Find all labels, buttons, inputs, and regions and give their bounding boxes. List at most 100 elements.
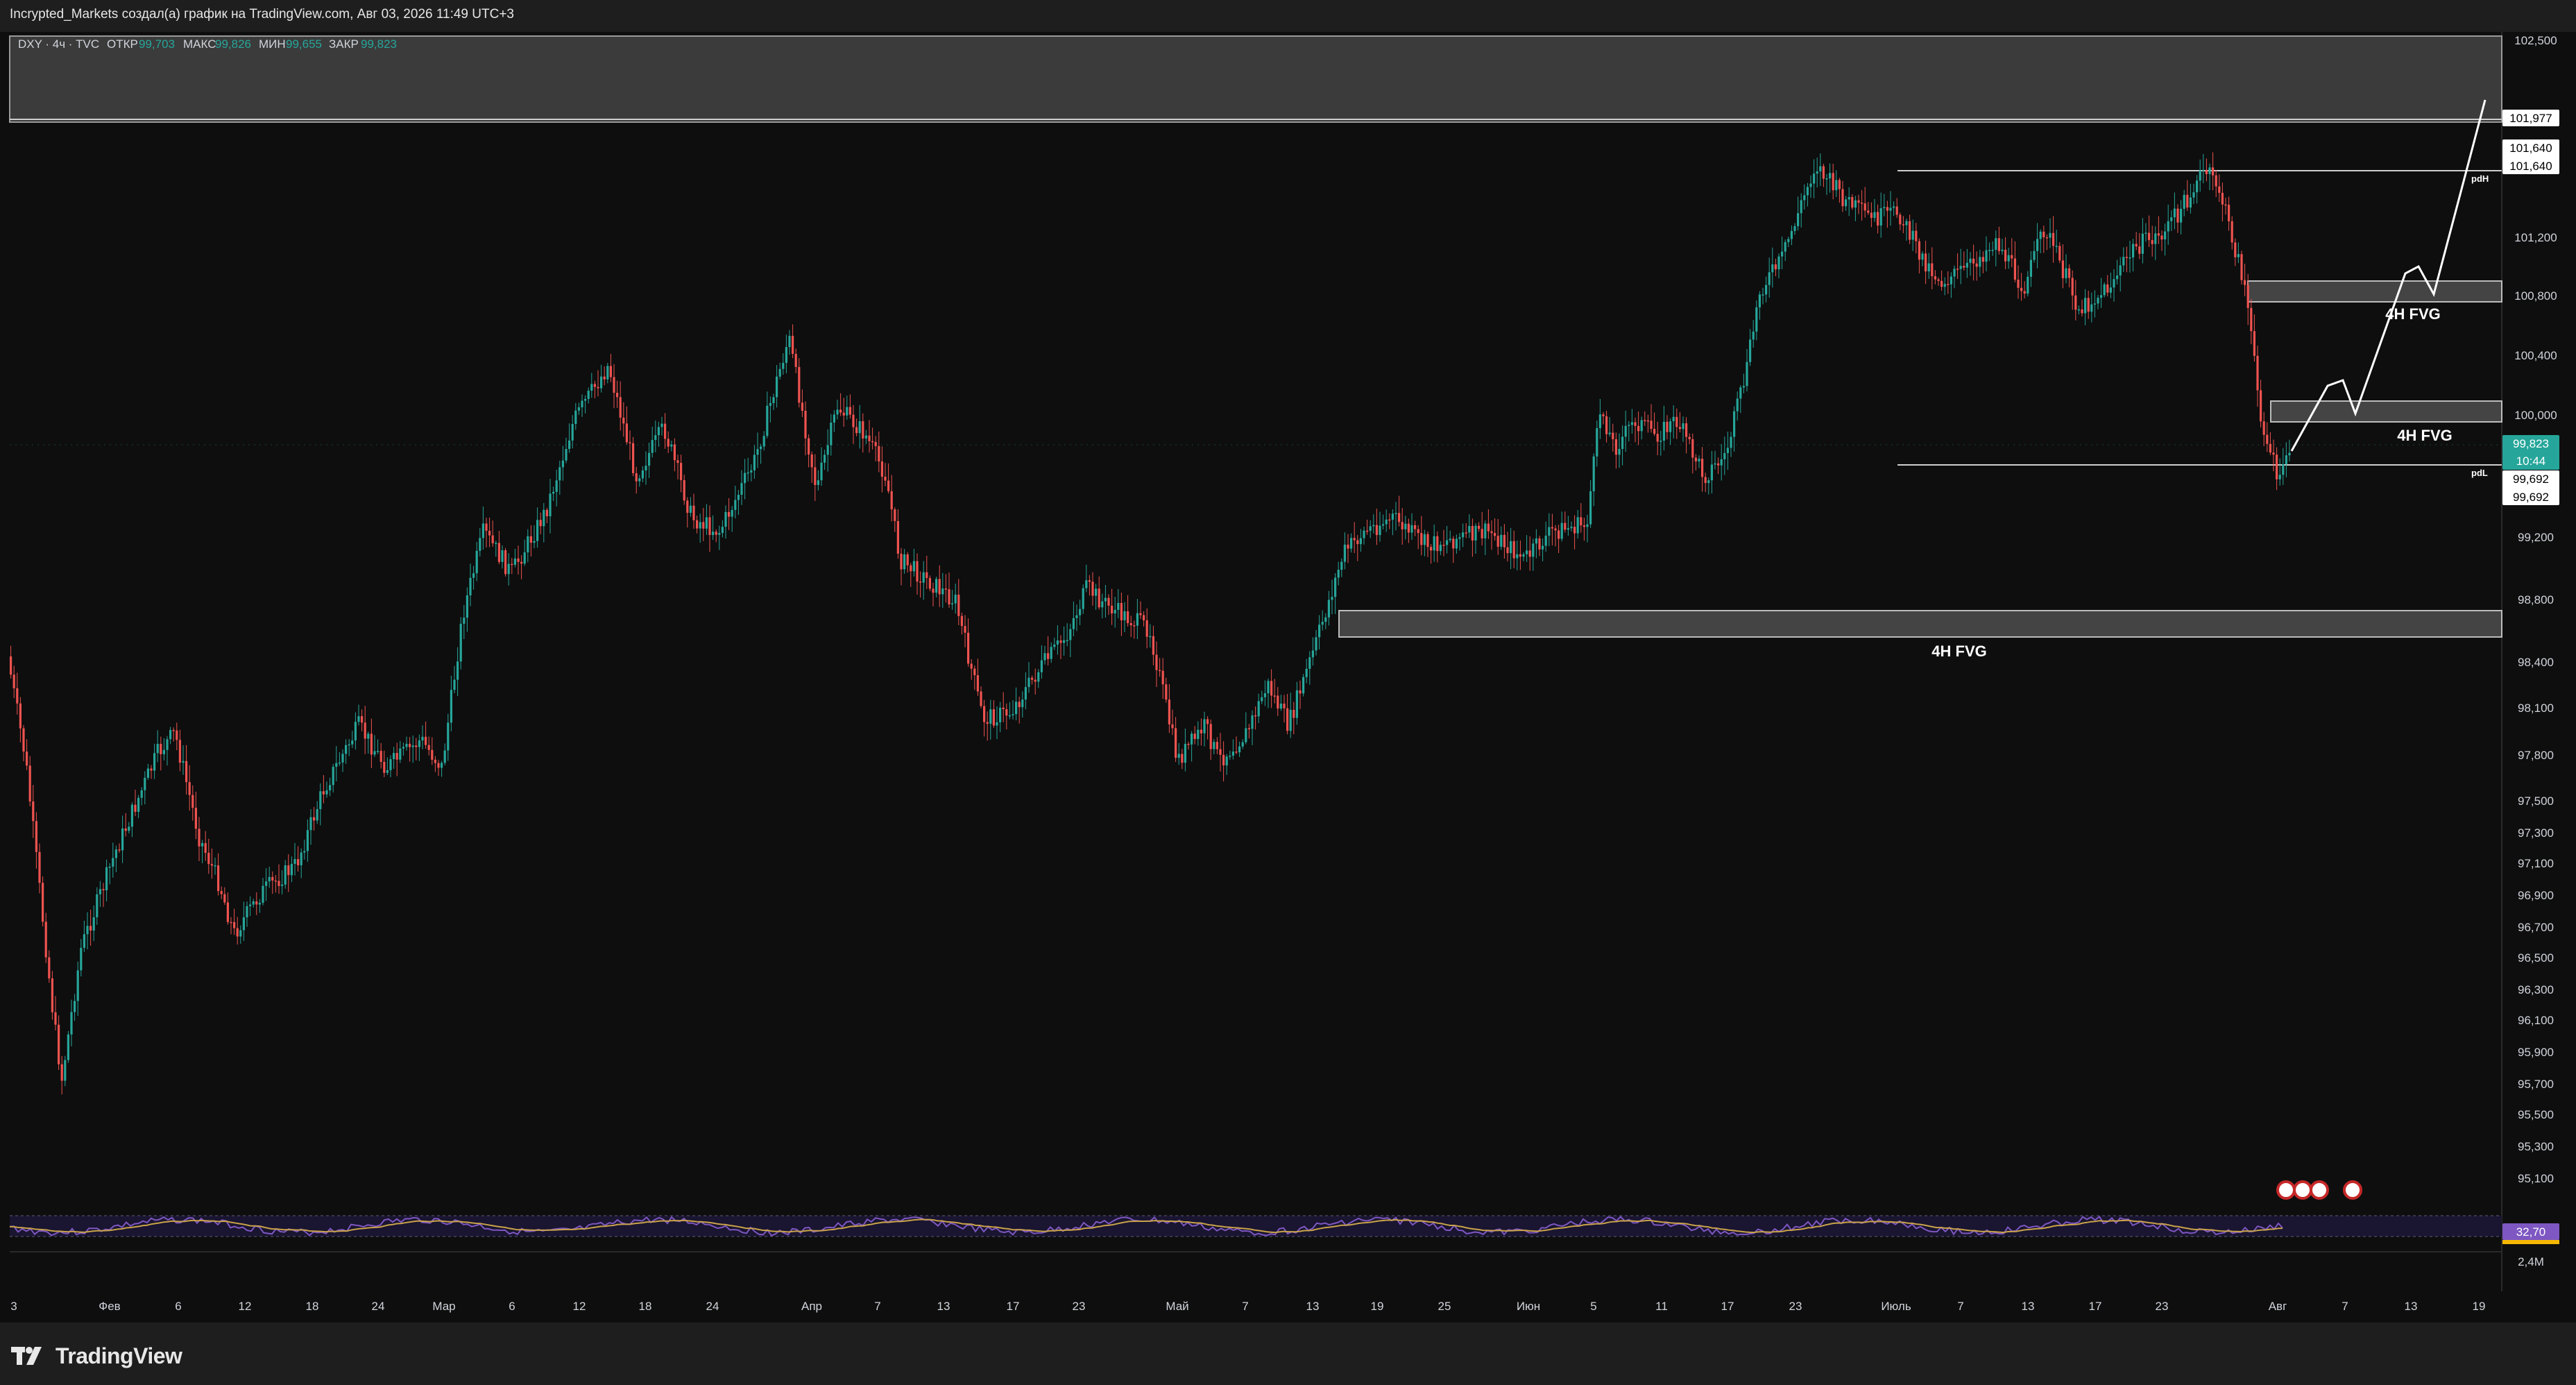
price-axis-label: 95,500: [2518, 1108, 2554, 1121]
time-axis-label: 17: [2089, 1300, 2102, 1313]
legend-open-label: ОТКР: [107, 37, 138, 51]
event-flag-icon[interactable]: [2310, 1180, 2329, 1200]
candle: [67, 1030, 69, 1063]
pdl-label: pdL: [2471, 468, 2488, 478]
chart-header: Incrypted_Markets создал(а) график на Tr…: [0, 0, 2576, 32]
price-axis-label: 96,900: [2518, 889, 2554, 902]
time-axis-label: 3: [10, 1300, 17, 1313]
price-axis-label: 97,100: [2518, 857, 2554, 870]
time-axis-label: 18: [639, 1300, 652, 1313]
tradingview-logo[interactable]: TradingView: [11, 1342, 182, 1370]
price-axis-label: 96,100: [2518, 1014, 2554, 1027]
time-axis-label: 13: [2022, 1300, 2035, 1313]
legend-high-label: МАКС: [183, 37, 216, 51]
time-axis-label: Июн: [1517, 1300, 1540, 1313]
price-axis-label: 100,000: [2514, 409, 2557, 422]
time-axis-label: 23: [2156, 1300, 2169, 1313]
time-axis-label: Май: [1166, 1300, 1188, 1313]
time-axis-label: 13: [1306, 1300, 1320, 1313]
time-axis-label: 7: [874, 1300, 880, 1313]
time-axis-label: Апр: [801, 1300, 822, 1313]
legend-high-value: 99,826: [215, 37, 251, 51]
legend-low-value: 99,655: [286, 37, 322, 51]
time-axis-label: 24: [372, 1300, 385, 1313]
candle: [2240, 250, 2243, 285]
time-axis-label: Фев: [99, 1300, 120, 1313]
current-price-text: 99,823: [2513, 437, 2549, 450]
price-axis-label: 96,500: [2518, 951, 2554, 965]
price-axis-label: 100,400: [2514, 349, 2557, 362]
time-axis-background: [0, 1291, 2576, 1323]
time-axis-label: 7: [1242, 1300, 1248, 1313]
time-axis-label: 13: [937, 1300, 950, 1313]
time-axis-label: 7: [1957, 1300, 1963, 1313]
countdown-text: 10:44: [2516, 454, 2546, 468]
time-axis-label: 11: [1655, 1300, 1668, 1313]
fvg-label-middle: 4H FVG: [2397, 427, 2452, 444]
price-axis-label: 100,800: [2514, 289, 2557, 303]
event-flag-icon[interactable]: [2276, 1180, 2296, 1200]
price-axis-label: 96,300: [2518, 983, 2554, 996]
pdh-tag-text-1: 101,640: [2509, 142, 2552, 155]
time-axis-label: 18: [306, 1300, 319, 1313]
legend-close-value: 99,823: [361, 37, 397, 51]
time-axis-label: 7: [2342, 1300, 2348, 1313]
time-axis-label: 17: [1721, 1300, 1734, 1313]
time-axis-label: 19: [1371, 1300, 1384, 1313]
price-axis-label: 95,100: [2518, 1172, 2554, 1185]
price-axis-label: 97,800: [2518, 749, 2554, 762]
tradingview-logo-icon: [11, 1347, 42, 1365]
price-axis-label: 98,400: [2518, 656, 2554, 669]
legend-low-label: МИН: [259, 37, 286, 51]
attribution-text: Incrypted_Markets создал(а) график на Tr…: [10, 7, 514, 22]
time-axis-label: 17: [1007, 1300, 1020, 1313]
legend-symbol: DXY · 4ч · TVC: [18, 37, 99, 51]
volume-value-text: 2,4M: [2518, 1255, 2544, 1268]
event-flag-icon[interactable]: [2293, 1180, 2312, 1200]
symbol-legend[interactable]: DXY · 4ч · TVC ОТКР 99,703 МАКС 99,826 М…: [18, 37, 397, 51]
price-axis-label: 99,200: [2518, 531, 2554, 544]
candle: [42, 876, 44, 927]
time-axis-label: 25: [1438, 1300, 1451, 1313]
price-axis-label: 98,800: [2518, 593, 2554, 606]
legend-open-value: 99,703: [139, 37, 175, 51]
economic-events[interactable]: [2276, 1180, 2362, 1200]
candle: [504, 547, 507, 577]
price-axis-label: 98,100: [2518, 702, 2554, 715]
price-axis-label: 95,700: [2518, 1078, 2554, 1091]
price-axis-label: 95,900: [2518, 1046, 2554, 1059]
rsi-value-text: 32,70: [2516, 1225, 2546, 1239]
fvg-label-lower: 4H FVG: [1931, 643, 1986, 660]
time-axis-label: Авг: [2269, 1300, 2287, 1313]
pdl-tag-text-2: 99,692: [2513, 491, 2549, 504]
price-axis-label: 102,500: [2514, 34, 2557, 47]
candle: [1302, 674, 1305, 697]
time-axis-label: 23: [1073, 1300, 1086, 1313]
pdh-label: pdH: [2471, 173, 2489, 184]
tradingview-logo-text: TradingView: [56, 1343, 182, 1368]
pdl-tag-text-1: 99,692: [2513, 473, 2549, 486]
time-axis-label: 6: [175, 1300, 181, 1313]
time-axis-label: 24: [706, 1300, 719, 1313]
price-axis-label: 97,500: [2518, 795, 2554, 808]
svg-text:DXY · 4ч · TVC ОТКР: DXY · 4ч · TVC ОТКР 99,703 МАКС 99,826 М…: [18, 37, 397, 51]
chart-area[interactable]: 4H FVG 4H FVG 4H FVG pdH pdL DXY · 4ч · …: [0, 32, 2576, 1323]
time-axis-label: 12: [239, 1300, 252, 1313]
time-axis-label: Мар: [432, 1300, 455, 1313]
time-axis-label: 6: [509, 1300, 515, 1313]
fvg-zone-upper: [2247, 280, 2502, 303]
legend-close-label: ЗАКР: [329, 37, 359, 51]
price-axis-label: 96,700: [2518, 921, 2554, 934]
time-axis-label: 12: [573, 1300, 586, 1313]
time-axis-label: Июль: [1881, 1300, 1911, 1313]
level-tag-text: 101,977: [2509, 112, 2552, 125]
time-axis-label: 13: [2405, 1300, 2418, 1313]
price-axis-label: 97,300: [2518, 826, 2554, 840]
fvg-zone-middle: [2270, 400, 2502, 423]
event-flag-icon[interactable]: [2343, 1180, 2362, 1200]
rsi-ma-tag: [2502, 1240, 2559, 1244]
plot-background: [0, 32, 2502, 1291]
price-axis-label: 101,200: [2514, 231, 2557, 244]
pdh-tag-text-2: 101,640: [2509, 160, 2552, 173]
fvg-label-upper: 4H FVG: [2385, 305, 2440, 323]
